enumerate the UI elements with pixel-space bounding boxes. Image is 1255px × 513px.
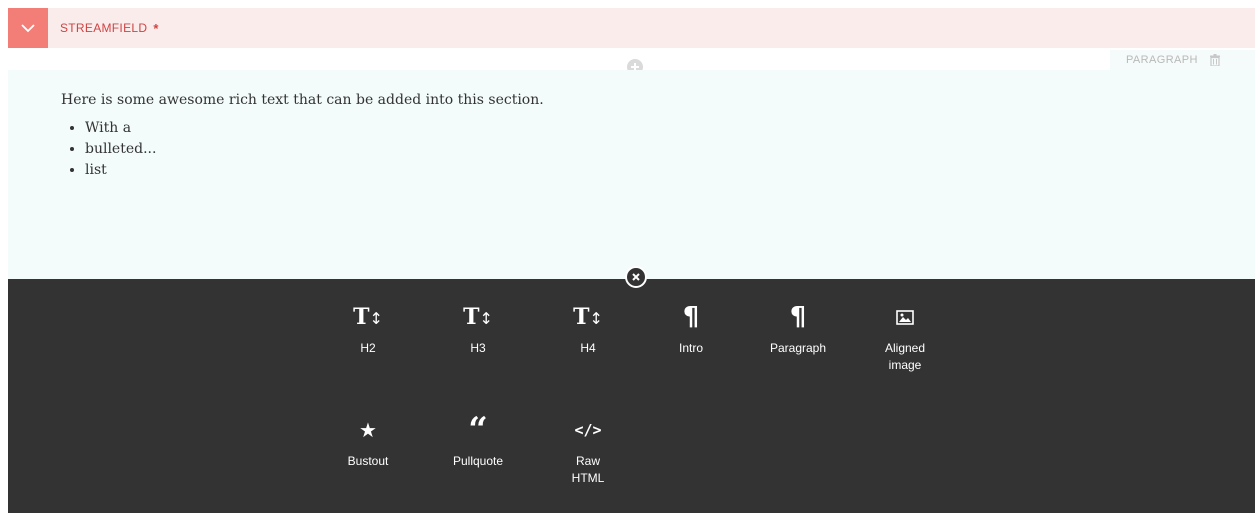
chooser-item-h4[interactable]: T↕ H4 — [548, 304, 628, 357]
bullet-list: With a bulleted... list — [61, 118, 544, 181]
code-icon: </> — [574, 421, 602, 439]
chooser-item-label: Bustout — [347, 454, 389, 468]
required-mark: * — [153, 20, 159, 36]
chooser-item-raw-html[interactable]: </> Raw HTML — [548, 417, 628, 487]
collapse-toggle-button[interactable] — [8, 8, 48, 48]
heading-icon: T↕ — [353, 304, 383, 330]
chooser-item-label: Aligned image — [884, 341, 926, 372]
block-type-label: PARAGRAPH — [1126, 54, 1198, 66]
list-item: bulleted... — [85, 139, 544, 160]
rich-text-block[interactable]: Here is some awesome rich text that can … — [8, 70, 1255, 279]
chooser-item-label: H4 — [580, 341, 596, 355]
chooser-item-intro[interactable]: ¶ Intro — [651, 302, 731, 357]
star-icon: ★ — [359, 418, 377, 442]
chooser-item-h2[interactable]: T↕ H2 — [328, 304, 408, 357]
block-chooser: T↕ H2 T↕ H3 T↕ H4 ¶ Intro ¶ Paragraph Al… — [8, 279, 1255, 513]
image-icon — [865, 304, 945, 330]
list-item: list — [85, 160, 544, 181]
chooser-item-bustout[interactable]: ★ Bustout — [328, 417, 408, 470]
streamfield-header: STREAMFIELD * — [8, 0, 1255, 48]
list-item: With a — [85, 118, 544, 139]
chooser-item-label: H2 — [360, 341, 376, 355]
rich-text-paragraph: Here is some awesome rich text that can … — [61, 92, 544, 108]
chooser-item-paragraph[interactable]: ¶ Paragraph — [758, 302, 838, 357]
heading-icon: T↕ — [463, 304, 493, 330]
trash-icon[interactable] — [1209, 54, 1220, 66]
chooser-item-label: Paragraph — [769, 341, 827, 355]
quote-icon: “ — [468, 410, 488, 450]
chooser-item-label: Pullquote — [452, 454, 504, 468]
pilcrow-icon: ¶ — [789, 302, 807, 332]
pilcrow-icon: ¶ — [682, 302, 700, 332]
header-gap — [1063, 0, 1255, 8]
block-meta: PARAGRAPH — [1110, 50, 1255, 70]
rich-text-content[interactable]: Here is some awesome rich text that can … — [61, 92, 544, 181]
chevron-down-icon — [21, 23, 35, 32]
chooser-item-pullquote[interactable]: “ Pullquote — [438, 410, 518, 470]
close-chooser-button[interactable] — [625, 266, 647, 288]
chooser-item-label: Intro — [678, 341, 703, 355]
field-label: STREAMFIELD — [60, 21, 148, 35]
chooser-item-h3[interactable]: T↕ H3 — [438, 304, 518, 357]
close-icon — [632, 273, 640, 281]
chooser-item-label: Raw HTML — [571, 454, 605, 485]
chooser-item-label: H3 — [470, 341, 486, 355]
heading-icon: T↕ — [573, 304, 603, 330]
chooser-item-aligned-image[interactable]: Aligned image — [865, 304, 945, 374]
